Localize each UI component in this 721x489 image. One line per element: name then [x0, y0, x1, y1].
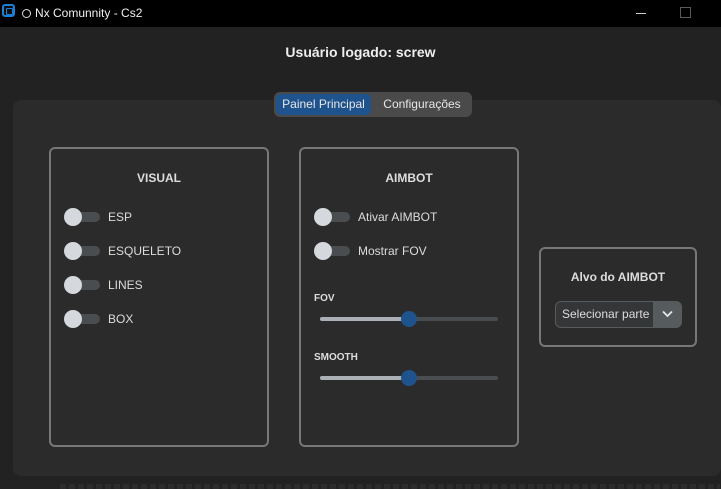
bottom-edge-strip: [60, 484, 720, 489]
fov-slider[interactable]: [320, 311, 500, 327]
app-icon: [2, 4, 15, 17]
target-title: Alvo do AIMBOT: [570, 270, 666, 284]
slider-fill: [320, 376, 409, 380]
logged-user-label: Usuário logado: screw: [285, 44, 436, 60]
esp-label: ESP: [108, 210, 133, 224]
box-label: BOX: [108, 312, 134, 326]
maximize-button[interactable]: [662, 0, 708, 27]
globe-icon: [22, 9, 31, 18]
visual-frame: VISUAL ESP ESQUELETO LINES BOX: [49, 147, 269, 447]
switch-knob: [64, 242, 82, 260]
window-title: Nx Comunnity - Cs2: [22, 6, 142, 20]
tab-bar: Painel Principal Configurações: [274, 92, 472, 117]
tab-configuracoes[interactable]: Configurações: [373, 94, 471, 115]
aimbot-title: AIMBOT: [385, 171, 433, 185]
slider-fill: [320, 317, 409, 321]
slider-handle[interactable]: [401, 311, 417, 327]
switch-knob: [64, 310, 82, 328]
switch-knob: [314, 208, 332, 226]
switch-knob: [314, 242, 332, 260]
switch-knob: [64, 208, 82, 226]
minimize-button[interactable]: [618, 0, 664, 27]
target-frame: Alvo do AIMBOT Selecionar parte: [539, 247, 697, 347]
window-title-text: Nx Comunnity - Cs2: [35, 6, 143, 20]
dropdown-value[interactable]: Selecionar parte: [556, 302, 653, 327]
dropdown-button[interactable]: [653, 301, 682, 328]
fov-slider-label: FOV: [314, 293, 335, 304]
body-part-dropdown[interactable]: Selecionar parte: [555, 301, 682, 328]
slider-handle[interactable]: [401, 370, 417, 386]
title-bar: Nx Comunnity - Cs2: [0, 0, 721, 27]
switch-knob: [64, 276, 82, 294]
lines-label: LINES: [108, 278, 143, 292]
tab-painel-principal[interactable]: Painel Principal: [276, 94, 371, 115]
smooth-slider[interactable]: [320, 370, 500, 386]
chevron-down-icon: [662, 310, 673, 318]
mostrar-fov-label: Mostrar FOV: [358, 244, 427, 258]
ativar-aimbot-label: Ativar AIMBOT: [358, 210, 438, 224]
aimbot-frame: AIMBOT Ativar AIMBOT Mostrar FOV FOV SMO…: [299, 147, 519, 447]
esqueleto-label: ESQUELETO: [108, 244, 182, 258]
visual-title: VISUAL: [136, 171, 181, 185]
smooth-slider-label: SMOOTH: [314, 352, 358, 363]
